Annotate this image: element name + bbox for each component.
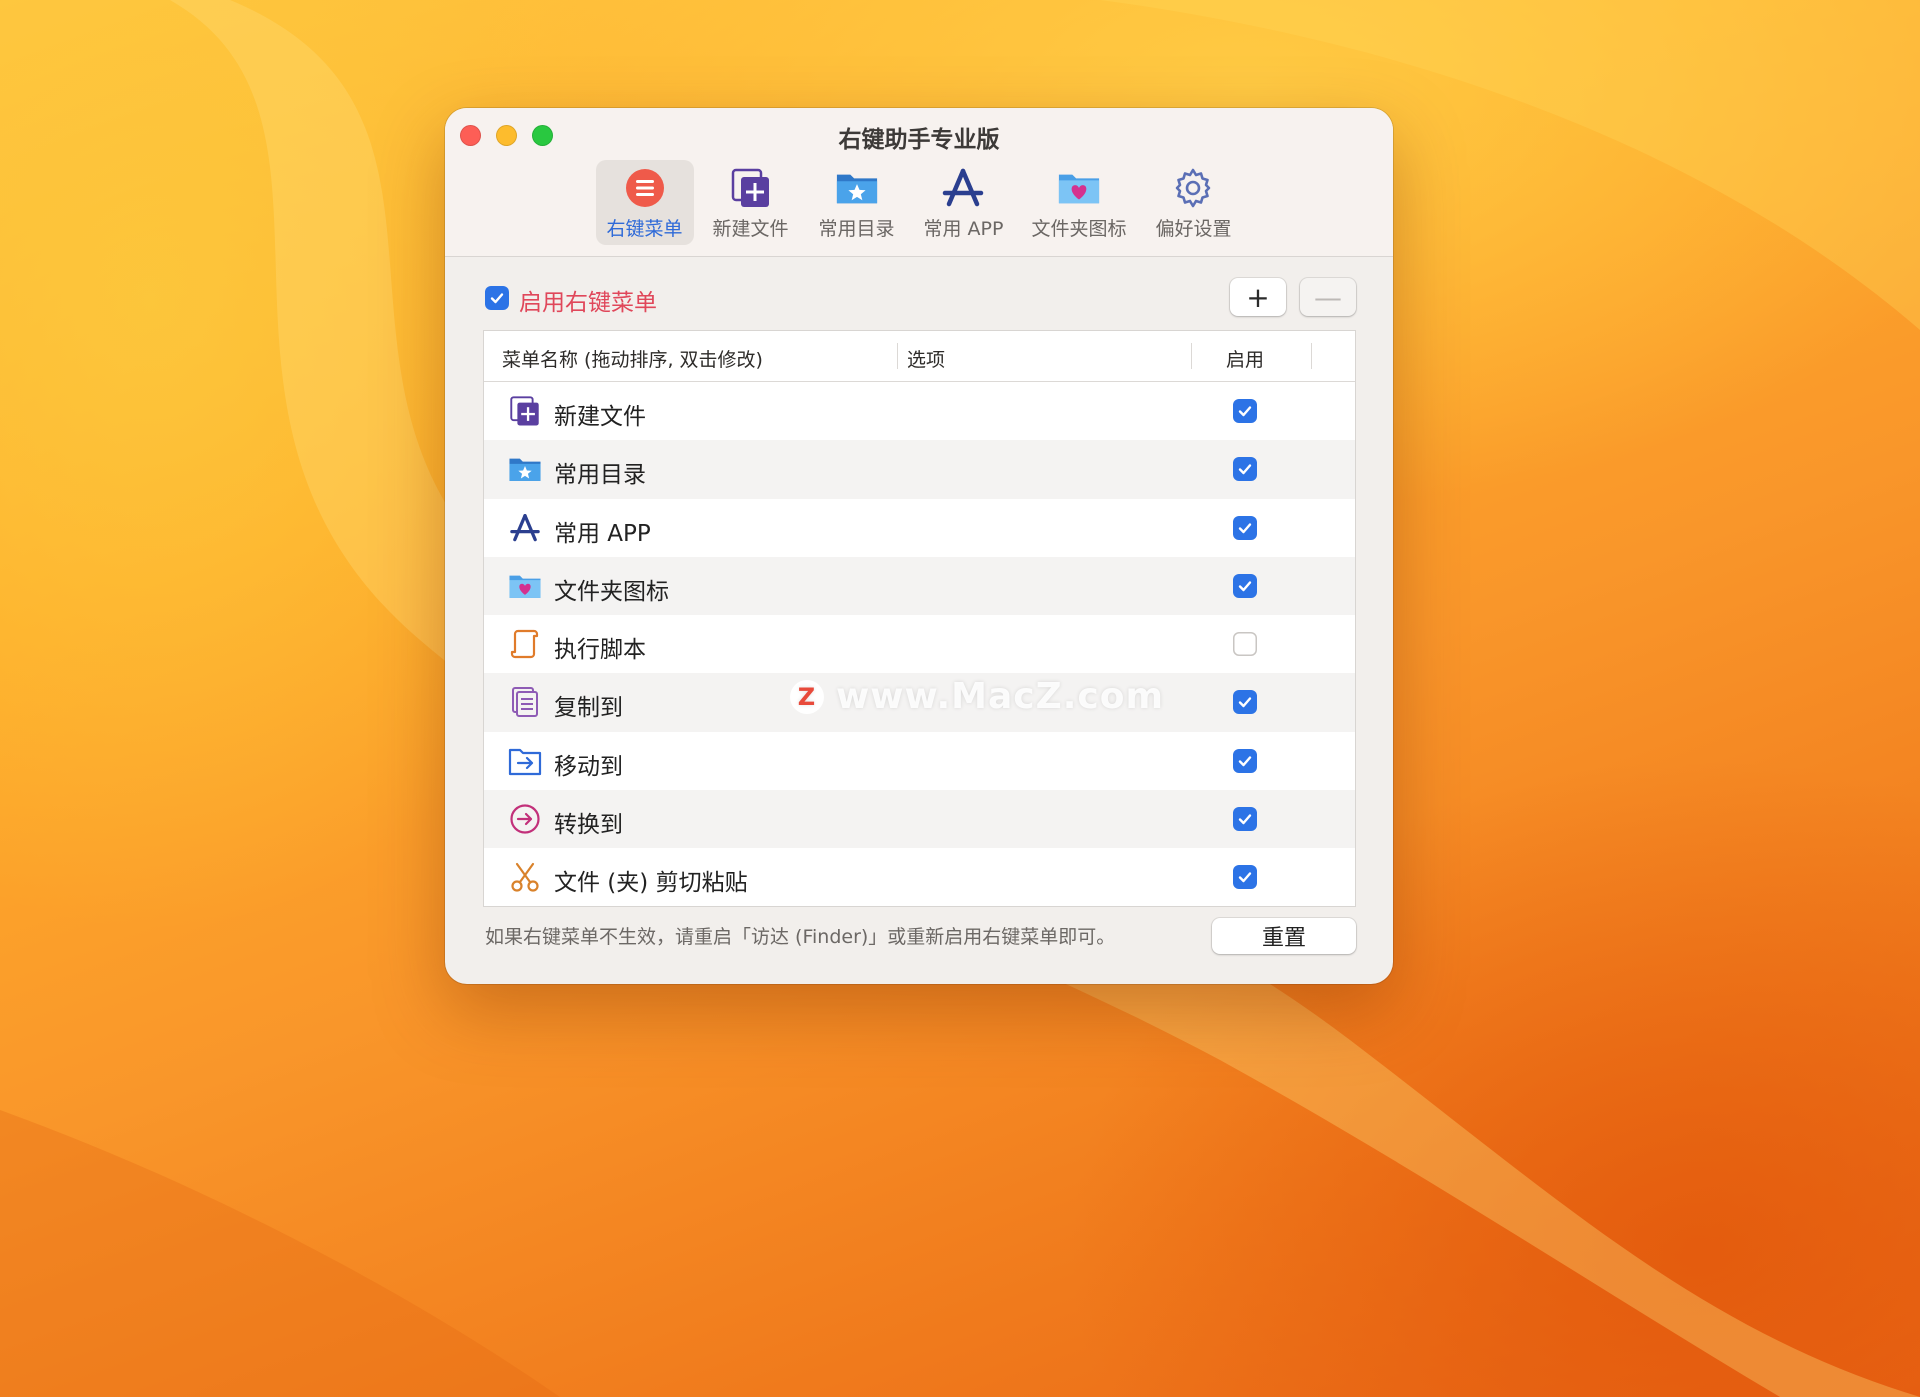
add-button[interactable]: +: [1230, 278, 1286, 316]
tab-common-app[interactable]: 常用 APP: [914, 160, 1014, 245]
column-enabled-header[interactable]: 启用: [1226, 345, 1264, 372]
menu-table: 菜单名称 (拖动排序, 双击修改) 选项 启用 新建文件 常用目录 常用 APP…: [483, 330, 1356, 907]
tab-preferences[interactable]: 偏好设置: [1144, 160, 1242, 245]
row-enabled-checkbox[interactable]: [1233, 865, 1257, 890]
convert-icon: [508, 802, 542, 836]
watermark-text: www.MacZ.com: [836, 676, 1164, 717]
new-file-icon: [729, 166, 773, 210]
footer-note: 如果右键菜单不生效，请重启「访达 (Finder)」或重新启用右键菜单即可。: [485, 926, 1116, 948]
copy-icon: [508, 685, 542, 719]
row-enabled-checkbox[interactable]: [1233, 748, 1257, 773]
tab-folder-icon[interactable]: 文件夹图标: [1021, 160, 1136, 245]
tab-label: 常用 APP: [923, 218, 1004, 240]
tab-common-dirs[interactable]: 常用目录: [808, 160, 906, 245]
app-store-icon: [941, 166, 985, 210]
folder-star-icon: [835, 166, 879, 210]
row-label: 执行脚本: [554, 637, 646, 664]
enable-label: 启用右键菜单: [519, 290, 657, 316]
watermark: Z www.MacZ.com: [790, 676, 1164, 717]
tab-label: 右键菜单: [606, 218, 683, 240]
table-row[interactable]: 移动到: [484, 732, 1355, 790]
row-label: 常用 APP: [554, 520, 651, 547]
toolbar: 右键菜单 新建文件 常用目录 常用 APP 文件夹图标 偏好设置: [445, 160, 1393, 245]
reset-button[interactable]: 重置: [1212, 918, 1356, 954]
table-row[interactable]: 文件 (夹) 剪切粘贴: [484, 848, 1355, 906]
tab-new-file[interactable]: 新建文件: [702, 160, 800, 245]
folder-heart-icon: [508, 569, 542, 603]
tab-label: 新建文件: [712, 218, 789, 240]
row-label: 常用目录: [554, 462, 646, 489]
table-header: 菜单名称 (拖动排序, 双击修改) 选项 启用: [484, 331, 1355, 382]
row-enabled-checkbox[interactable]: [1233, 573, 1257, 598]
row-enabled-checkbox[interactable]: [1233, 515, 1257, 540]
folder-heart-icon: [1057, 166, 1101, 210]
remove-button[interactable]: —: [1300, 278, 1356, 316]
row-label: 文件夹图标: [554, 578, 669, 605]
row-enabled-checkbox[interactable]: [1233, 457, 1257, 482]
watermark-badge: Z: [790, 679, 824, 714]
table-row[interactable]: 常用目录: [484, 440, 1355, 499]
row-label: 文件 (夹) 剪切粘贴: [554, 870, 748, 897]
column-divider: [897, 343, 898, 369]
table-row[interactable]: 常用 APP: [484, 499, 1355, 557]
row-label: 移动到: [554, 753, 623, 780]
table-row[interactable]: 文件夹图标: [484, 556, 1355, 616]
row-enabled-checkbox[interactable]: [1233, 690, 1257, 715]
table-row[interactable]: 转换到: [484, 790, 1355, 849]
window-title: 右键助手专业版: [838, 127, 1000, 153]
column-options-header[interactable]: 选项: [907, 345, 945, 372]
row-label: 转换到: [554, 812, 623, 839]
row-enabled-checkbox[interactable]: [1233, 807, 1257, 832]
app-window: 右键助手专业版 右键菜单 新建文件 常用目录 常用 APP 文件夹图标 偏好设置…: [445, 108, 1393, 984]
row-label: 新建文件: [554, 404, 646, 430]
table-row[interactable]: 执行脚本: [484, 615, 1355, 673]
row-enabled-checkbox[interactable]: [1233, 399, 1257, 423]
new-file-icon: [508, 394, 542, 428]
row-enabled-checkbox[interactable]: [1233, 632, 1257, 657]
gear-icon: [1171, 166, 1215, 210]
column-divider: [1311, 343, 1312, 369]
folder-star-icon: [508, 452, 542, 486]
tab-label: 偏好设置: [1155, 218, 1232, 240]
tab-label: 常用目录: [818, 218, 895, 240]
app-store-icon: [508, 511, 542, 545]
column-name-header[interactable]: 菜单名称 (拖动排序, 双击修改): [502, 345, 763, 372]
tab-label: 文件夹图标: [1031, 218, 1127, 240]
table-row[interactable]: 新建文件: [484, 382, 1355, 440]
menu-icon: [623, 166, 667, 210]
scissors-icon: [508, 860, 542, 894]
move-folder-icon: [508, 744, 542, 778]
titlebar: 右键助手专业版 右键菜单 新建文件 常用目录 常用 APP 文件夹图标 偏好设置: [445, 108, 1393, 257]
script-icon: [508, 627, 542, 661]
column-divider: [1191, 343, 1192, 369]
enable-row: 启用右键菜单 + —: [483, 278, 1356, 320]
row-label: 复制到: [554, 695, 623, 722]
tab-context-menu[interactable]: 右键菜单: [595, 160, 694, 245]
enable-checkbox[interactable]: [485, 286, 509, 310]
main-content: 启用右键菜单 + — 菜单名称 (拖动排序, 双击修改) 选项 启用 新建文件: [483, 278, 1356, 907]
